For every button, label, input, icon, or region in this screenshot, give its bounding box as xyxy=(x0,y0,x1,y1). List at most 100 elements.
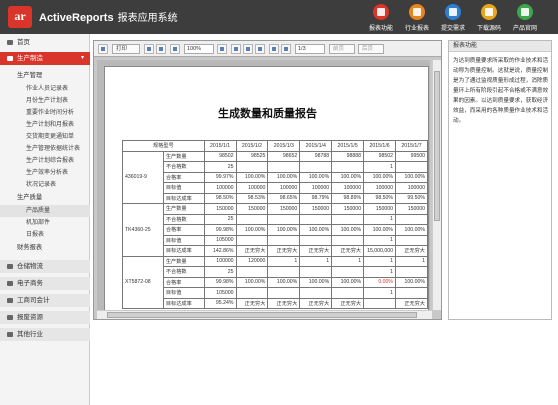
value-cell: 100.00% xyxy=(299,224,333,236)
sidebar-item-ecommerce[interactable]: 电子商务 xyxy=(0,277,90,290)
product-website-button[interactable]: 产品官网 xyxy=(508,3,542,33)
value-cell: 1 xyxy=(363,266,397,278)
value-cell: 98525 xyxy=(235,150,269,162)
sidebar-subitem[interactable]: 状况记录表 xyxy=(0,179,90,191)
table-header-row: 规格型号 2015/1/1 2015/1/2 2015/1/3 2015/1/4 2015… xyxy=(122,140,428,152)
report-icon xyxy=(373,4,389,20)
zoom-out-icon[interactable] xyxy=(170,44,180,54)
horizontal-scrollbar[interactable] xyxy=(97,310,432,319)
value-cell xyxy=(299,161,333,173)
sidebar-item-home[interactable]: 首页 xyxy=(0,36,90,49)
print-button[interactable]: 打印 xyxy=(112,44,140,54)
sidebar-item-resources[interactable]: 报废资源 xyxy=(0,311,90,324)
value-cell: 99.50% xyxy=(395,192,428,204)
metric-label-cell: 合格率 xyxy=(162,276,205,288)
metric-label-cell: 生产数量 xyxy=(162,203,205,215)
value-cell: 100000 xyxy=(203,182,237,194)
table-row: 436019-9 生产数量 98502 98525 98652 98788 98888 985… xyxy=(122,150,428,204)
value-cell: 100.00% xyxy=(363,224,397,236)
value-cell: 100000 xyxy=(235,182,269,194)
model-cell: TK4360-25 xyxy=(122,203,164,257)
toggle-sidebar-icon[interactable] xyxy=(98,44,108,54)
table-row: 合格率 99.98% 100.00% 100.00% 100.00% 100.00% 0.0… xyxy=(123,276,428,288)
industry-reports-button[interactable]: 行业报表 xyxy=(400,3,434,33)
value-cell xyxy=(395,234,428,246)
sidebar-section-quality[interactable]: 生产质量 xyxy=(0,192,90,204)
value-cell: 100.00% xyxy=(267,276,301,288)
sidebar-subitem[interactable]: 生产计划综合报表 xyxy=(0,155,90,167)
sidebar-subitem[interactable]: 生产计划和月报表 xyxy=(0,119,90,131)
date-header: 2015/1/1 xyxy=(203,140,237,152)
sidebar-section-production-mgmt[interactable]: 生产管理 xyxy=(0,70,90,82)
value-cell xyxy=(267,287,301,299)
sidebar-subitem[interactable]: 重要作业时间分析 xyxy=(0,107,90,119)
back-button[interactable]: 前页 xyxy=(329,44,355,54)
sidebar-subitem-selected[interactable]: 产品质量 xyxy=(0,205,90,217)
sidebar: 首页 生产制造 ▾ 生产管理 作业人员记录表 月份生产计划表 重要作业时间分析 … xyxy=(0,34,90,405)
report-viewport[interactable]: 生成数量和质量报告 规格型号 2015/1/1 2015/1/2 2015/1/3 20… xyxy=(97,60,430,310)
copy-icon[interactable] xyxy=(144,44,154,54)
value-cell: 1 xyxy=(299,255,333,267)
info-panel: 报表功能 为达到质量要求所采取的作业技术和活动称为质量控制。这就是说，质量控制是… xyxy=(448,40,552,320)
viewer-toolbar: 打印 100% 1/3 前页 后页 xyxy=(94,41,441,57)
value-cell: 1 xyxy=(267,255,301,267)
value-cell: 98.50% xyxy=(363,192,397,204)
sidebar-item-other[interactable]: 其他行业 xyxy=(0,328,90,341)
value-cell: 25 xyxy=(203,213,237,225)
zoom-in-icon[interactable] xyxy=(217,44,227,54)
date-header: 2015/1/5 xyxy=(331,140,365,152)
value-cell: 正无穷大 xyxy=(299,245,333,257)
value-cell: 1 xyxy=(363,213,397,225)
value-cell: 正无穷大 xyxy=(395,245,428,257)
value-cell: 100.00% xyxy=(331,276,365,288)
sidebar-subitem[interactable]: 生产效率分析表 xyxy=(0,167,90,179)
last-page-icon[interactable] xyxy=(281,44,291,54)
value-cell xyxy=(299,213,333,225)
sidebar-item-production[interactable]: 生产制造 ▾ xyxy=(0,52,90,65)
sidebar-subitem[interactable]: 月份生产计划表 xyxy=(0,95,90,107)
sidebar-subitem[interactable]: 作业人员记录表 xyxy=(0,83,90,95)
sidebar-item-accounting[interactable]: 工商司会计 xyxy=(0,294,90,307)
metric-label-cell: 目标值 xyxy=(162,234,205,246)
vertical-scrollbar[interactable] xyxy=(432,60,441,310)
forward-button[interactable]: 后页 xyxy=(358,44,384,54)
value-cell: 100000 xyxy=(203,255,237,267)
next-page-icon[interactable] xyxy=(269,44,279,54)
sidebar-section-finance[interactable]: 财务报表 xyxy=(0,242,90,254)
industry-icon xyxy=(409,4,425,20)
report-functions-button[interactable]: 报表功能 xyxy=(364,3,398,33)
scroll-thumb[interactable] xyxy=(434,71,440,221)
value-cell: 100.00% xyxy=(235,276,269,288)
prev-page-icon[interactable] xyxy=(243,44,253,54)
value-cell: 100.00% xyxy=(267,171,301,183)
sidebar-item-logistics[interactable]: 仓储物流 xyxy=(0,260,90,273)
value-cell: 100.00% xyxy=(235,171,269,183)
zoom-select[interactable]: 100% xyxy=(184,44,214,54)
download-icon xyxy=(481,4,497,20)
download-source-button[interactable]: 下载源码 xyxy=(472,3,506,33)
sidebar-subitem[interactable]: 交货期变更通知单 xyxy=(0,131,90,143)
value-cell: 正无穷大 xyxy=(395,297,428,309)
find-icon[interactable] xyxy=(156,44,166,54)
date-header: 2015/1/6 xyxy=(363,140,397,152)
table-row: 不合格数 25 1 xyxy=(123,213,428,225)
table-row: 目标值 105000 1 xyxy=(123,234,428,246)
value-cell xyxy=(299,234,333,246)
value-cell: 98652 xyxy=(267,150,301,162)
value-cell: 99.97% xyxy=(203,171,237,183)
sidebar-subitem[interactable]: 机加部件 xyxy=(0,217,90,229)
submit-request-button[interactable]: 提交需求 xyxy=(436,3,470,33)
table-row: 合格率 99.97% 100.00% 100.00% 100.00% 100.00% 100… xyxy=(123,171,428,183)
other-icon xyxy=(7,332,13,337)
report-table: 规格型号 2015/1/1 2015/1/2 2015/1/3 2015/1/4 2015… xyxy=(122,140,428,309)
sidebar-subitem[interactable]: 日报表 xyxy=(0,229,90,241)
brand-subtitle: 报表应用系统 xyxy=(117,13,178,24)
continuous-view-icon[interactable] xyxy=(255,44,265,54)
sidebar-subitem[interactable]: 生产管理依据统计表 xyxy=(0,143,90,155)
scroll-thumb[interactable] xyxy=(107,312,417,318)
first-page-icon[interactable] xyxy=(231,44,241,54)
table-row: 目标值 105000 1 xyxy=(123,287,428,299)
value-cell: 0.00% xyxy=(363,276,397,288)
value-cell: 150000 xyxy=(267,203,301,215)
page-input[interactable]: 1/3 xyxy=(295,44,325,54)
